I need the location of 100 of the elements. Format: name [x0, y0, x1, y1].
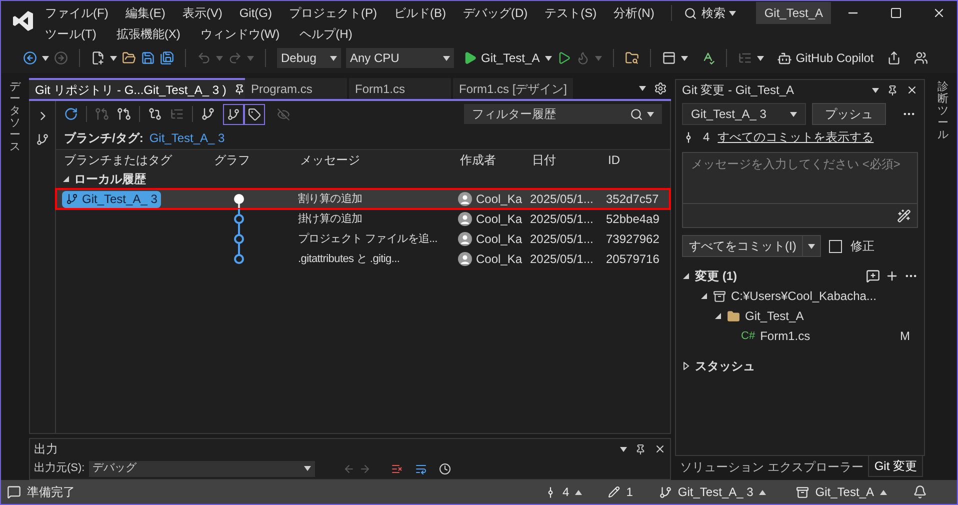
list-icon[interactable]: [170, 107, 184, 121]
commit-message-field[interactable]: メッセージを入力してください <必須>: [682, 152, 918, 228]
branch-tag[interactable]: Git_Test_A_ 3: [62, 190, 162, 208]
window-icon[interactable]: [662, 51, 676, 65]
commit-row[interactable]: .gitattributes と .gitig... Cool_Ka 2025/05/1... 20579716: [56, 249, 670, 269]
menu-item[interactable]: 分析(N): [614, 4, 654, 22]
pin-icon[interactable]: [887, 84, 898, 96]
folder-search-icon[interactable]: [624, 51, 639, 65]
toggle-button[interactable]: [223, 104, 244, 124]
search-button[interactable]: 検索: [684, 4, 736, 22]
fetch-icon[interactable]: [95, 107, 109, 121]
save-all-icon[interactable]: [160, 51, 174, 65]
clear-list-icon[interactable]: [390, 462, 403, 474]
side-tab[interactable]: データソース: [10, 81, 20, 154]
forward-icon[interactable]: [54, 51, 68, 65]
menu-item[interactable]: 表示(V): [182, 4, 222, 22]
branch-icon[interactable]: [201, 107, 215, 121]
commit-all-button[interactable]: すべてをコミット(I): [682, 235, 822, 257]
toggle-button[interactable]: [244, 104, 265, 124]
menu-item[interactable]: 編集(E): [125, 4, 166, 22]
side-tab[interactable]: 診断ツール: [938, 81, 948, 142]
column-header[interactable]: 日付: [532, 150, 608, 168]
pin-icon[interactable]: [635, 444, 646, 454]
undo-icon[interactable]: [197, 51, 211, 65]
section-header[interactable]: 変更 (1): [695, 267, 737, 285]
repo-status[interactable]: Git_Test_A: [796, 483, 887, 501]
refresh-icon[interactable]: [64, 107, 78, 121]
sparkle-pen-icon[interactable]: [897, 208, 911, 222]
expander-icon[interactable]: [62, 175, 70, 183]
document-tab[interactable]: Program.cs: [245, 78, 347, 99]
save-icon[interactable]: [141, 51, 155, 65]
play-outline-icon[interactable]: [556, 51, 571, 65]
document-tab[interactable]: Form1.cs: [349, 78, 451, 99]
pin-icon[interactable]: [234, 84, 246, 95]
column-header[interactable]: ブランチまたはタグ: [64, 150, 214, 168]
tree-item[interactable]: C:¥Users¥Cool_Kabacha...: [700, 286, 918, 306]
section-header[interactable]: スタッシュ: [695, 357, 755, 375]
panel-tab[interactable]: Git 変更: [868, 456, 924, 477]
tree-item[interactable]: C# Form1.cs M: [728, 326, 918, 346]
column-header[interactable]: 作成者: [460, 150, 532, 168]
clock-icon[interactable]: [438, 462, 451, 474]
commit-row[interactable]: 掛け算の追加 Cool_Ka 2025/05/1... 52bbe4a9: [56, 209, 670, 229]
start-button[interactable]: Git_Test_A: [463, 49, 540, 67]
redo-icon[interactable]: [228, 51, 242, 65]
menu-item[interactable]: ヘルプ(H): [300, 25, 352, 43]
pull-icon[interactable]: [117, 107, 131, 121]
maximize-icon[interactable]: [890, 7, 902, 19]
copilot-button[interactable]: GitHub Copilot: [776, 49, 874, 67]
expander-icon[interactable]: [682, 272, 690, 280]
compare-icon[interactable]: [148, 107, 162, 121]
comment-plus-icon[interactable]: [866, 269, 880, 283]
column-header[interactable]: メッセージ: [300, 150, 460, 168]
close-icon[interactable]: [906, 84, 918, 96]
back-icon[interactable]: [23, 51, 37, 65]
expander-icon[interactable]: [714, 312, 722, 320]
amend-checkbox[interactable]: [829, 240, 842, 252]
menu-item[interactable]: テスト(S): [544, 4, 597, 22]
menu-item[interactable]: ファイル(F): [45, 4, 108, 22]
list-icon[interactable]: [738, 51, 752, 65]
menu-item[interactable]: ツール(T): [45, 25, 96, 43]
arrow-right-icon[interactable]: [358, 462, 371, 474]
panel-tab[interactable]: ソリューション エクスプローラー: [675, 456, 868, 477]
view-all-commits-link[interactable]: すべてのコミットを表示する: [718, 128, 874, 146]
filter-field[interactable]: フィルター履歴: [464, 104, 662, 124]
column-header[interactable]: グラフ: [214, 150, 300, 168]
close-icon[interactable]: [654, 443, 666, 455]
arrow-left-icon[interactable]: [342, 462, 355, 474]
flame-icon[interactable]: [576, 51, 590, 65]
output-source-dropdown[interactable]: デバッグ: [88, 460, 315, 476]
menu-item[interactable]: ウィンドウ(W): [200, 25, 280, 43]
folder-icon[interactable]: [122, 51, 136, 65]
wrap-icon[interactable]: [414, 462, 427, 474]
configuration-dropdown[interactable]: Debug: [277, 48, 341, 68]
branch-dropdown[interactable]: Git_Test_A_ 3: [682, 103, 806, 125]
commit-row[interactable]: プロジェクト ファイルを追... Cool_Ka 2025/05/1... 73927962: [56, 229, 670, 249]
people-icon[interactable]: [914, 51, 928, 65]
menu-item[interactable]: プロジェクト(P): [289, 4, 377, 22]
menu-item[interactable]: Git(G): [239, 4, 272, 22]
branch-status[interactable]: Git_Test_A_ 3: [658, 483, 766, 501]
document-tab[interactable]: Git リポジトリ - G...Git_Test_A_ 3 ): [29, 78, 245, 99]
push-button[interactable]: プッシュ: [812, 103, 886, 125]
commits-status[interactable]: 4: [544, 483, 582, 501]
expander-icon[interactable]: [682, 362, 690, 370]
menu-item[interactable]: ビルド(B): [394, 4, 446, 22]
document-tab[interactable]: Form1.cs [デザイン]: [453, 78, 574, 99]
filter-input[interactable]: フィルター履歴: [472, 105, 626, 123]
commit-message-input[interactable]: メッセージを入力してください <必須>: [683, 153, 917, 203]
share-icon[interactable]: [886, 51, 901, 65]
commit-row[interactable]: Git_Test_A_ 3 割り算の追加 Cool_Ka 2025/05/1... 352d7c57: [56, 189, 670, 209]
plus-icon[interactable]: [885, 269, 899, 283]
settings-icon[interactable]: [654, 82, 667, 95]
new-file-icon[interactable]: [91, 51, 105, 65]
column-header[interactable]: ID: [608, 150, 662, 168]
expander-icon[interactable]: [700, 292, 708, 300]
changes-status[interactable]: 1: [608, 483, 633, 501]
bell-icon[interactable]: [913, 485, 927, 499]
branch-icon[interactable]: [36, 133, 49, 146]
platform-dropdown[interactable]: Any CPU: [346, 48, 454, 68]
menu-item[interactable]: デバッグ(D): [463, 4, 528, 22]
menu-item[interactable]: 拡張機能(X): [116, 25, 180, 43]
